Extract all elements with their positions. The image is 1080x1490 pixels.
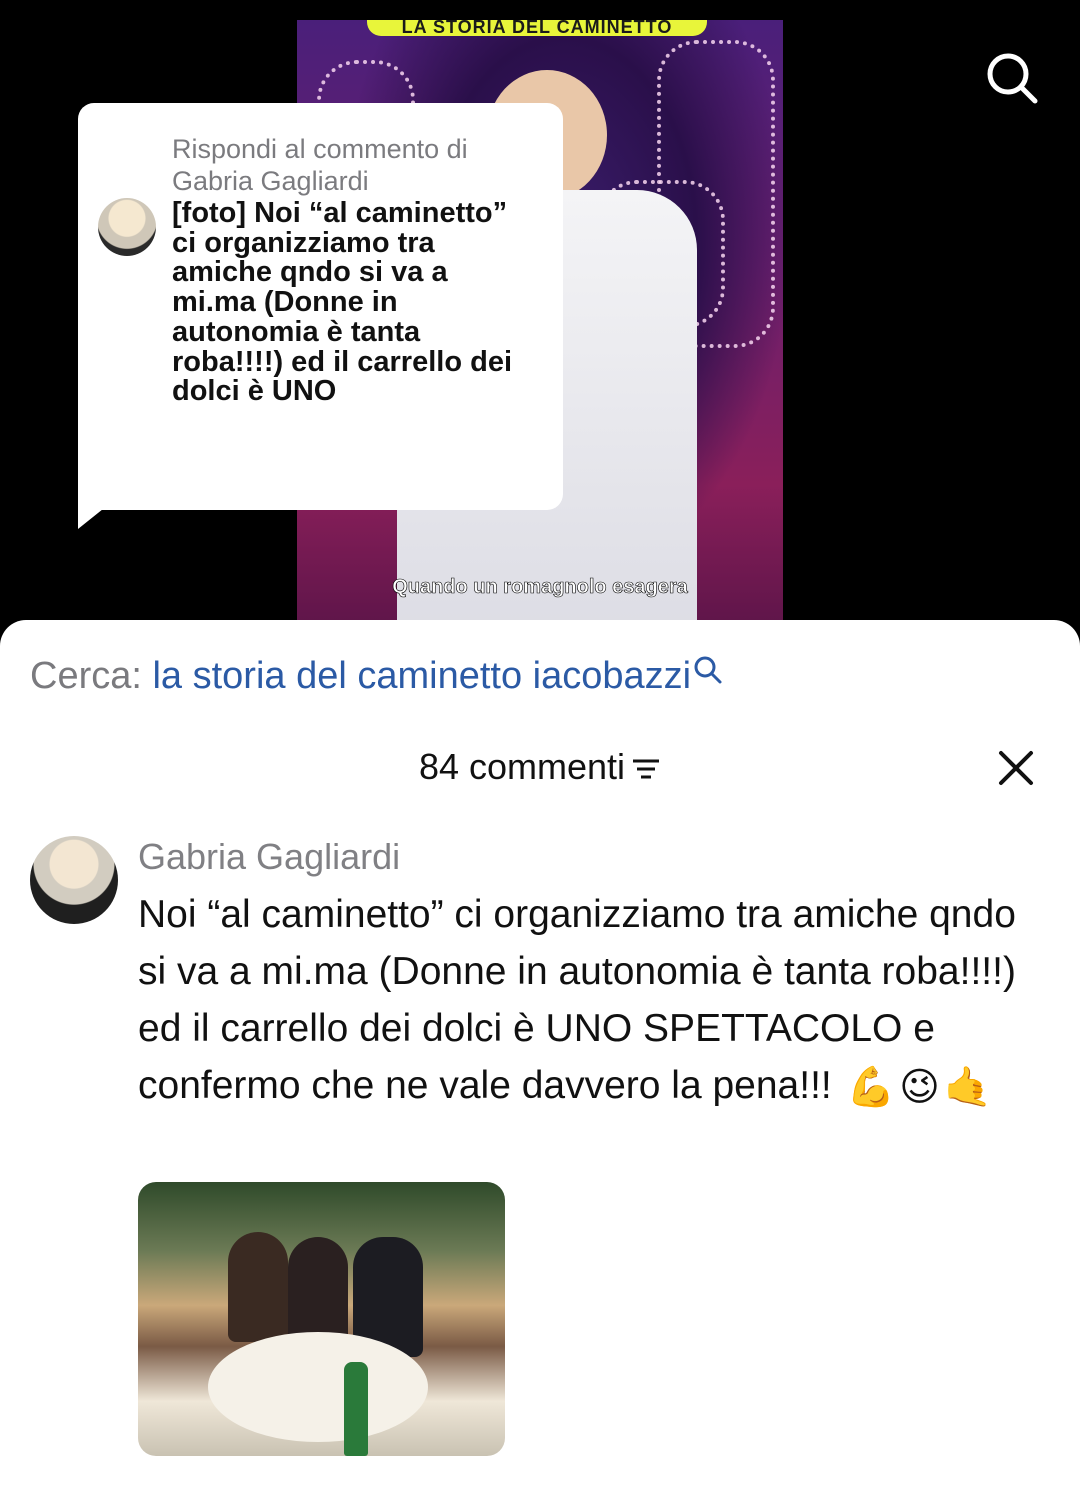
search-term[interactable]: la storia del caminetto iacobazzi [152,655,691,697]
person [228,1232,288,1342]
comments-sheet: Cerca: la storia del caminetto iacobazzi… [0,620,1080,1490]
filter-icon[interactable] [631,756,661,782]
avatar [98,198,156,256]
search-suggestion[interactable]: Cerca: la storia del caminetto iacobazzi [30,655,723,698]
video-caption: Quando un romagnolo esagera [392,576,688,599]
video-banner: LA STORIA DEL CAMINETTO [367,20,707,36]
winking-face-emoji: 😉 [899,1066,940,1110]
bottle [344,1362,368,1456]
person [288,1237,348,1347]
search-prefix: Cerca: [30,655,153,697]
search-icon[interactable] [693,655,723,685]
close-icon[interactable] [996,748,1036,788]
comments-count-label: 84 commenti [418,746,626,787]
avatar[interactable] [30,836,118,924]
call-me-hand-emoji: 🤙 [943,1066,993,1110]
flexed-biceps-emoji: 💪 [846,1066,896,1110]
search-icon[interactable] [984,50,1038,104]
comment-photo[interactable] [138,1182,505,1456]
reply-card-tail [78,505,108,529]
comments-count: 84 commenti [0,746,1080,788]
comment-author[interactable]: Gabria Gagliardi [138,836,400,878]
table [208,1332,428,1442]
reply-comment-card[interactable]: Rispondi al commento di Gabria Gagliardi… [78,103,563,510]
reply-text: [foto] Noi “al caminetto” ci organizziam… [172,197,512,408]
comment-text: Noi “al caminetto” ci organizziamo tra a… [138,886,1038,1116]
reply-header: Rispondi al commento di Gabria Gagliardi [172,134,468,196]
